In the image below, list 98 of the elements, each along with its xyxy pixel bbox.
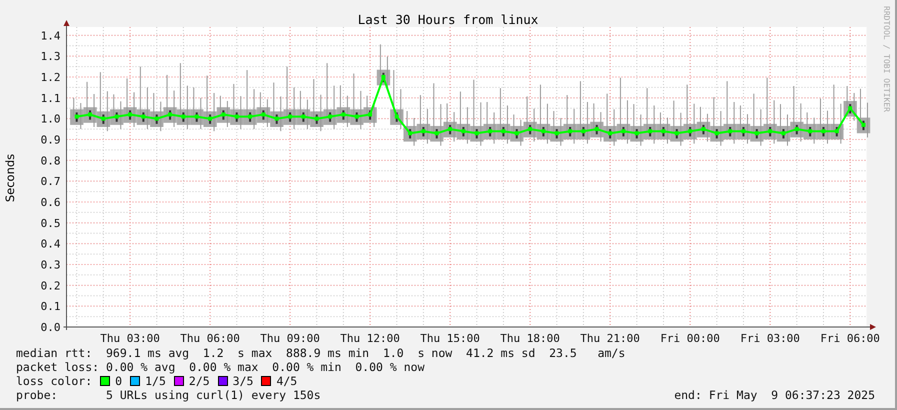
median-marker xyxy=(314,116,319,121)
median-marker xyxy=(368,112,372,116)
median-marker xyxy=(168,112,172,116)
median-marker xyxy=(834,129,839,134)
x-tick-label: Thu 21:00 xyxy=(580,332,640,342)
median-marker xyxy=(554,131,559,136)
median-marker xyxy=(541,129,546,134)
median-marker xyxy=(114,114,119,119)
y-tick-label: 0.0 xyxy=(40,321,60,334)
y-tick-label: 0.9 xyxy=(40,134,60,146)
median-marker xyxy=(128,112,132,116)
median-marker xyxy=(568,129,572,134)
median-marker xyxy=(528,127,532,132)
median-marker xyxy=(501,129,506,134)
x-tick-label: Fri 06:00 xyxy=(820,332,880,342)
median-marker xyxy=(208,116,212,121)
median-marker xyxy=(608,131,612,136)
median-marker xyxy=(248,114,252,119)
median-marker xyxy=(394,114,399,119)
median-marker xyxy=(781,131,786,136)
median-marker xyxy=(848,106,852,110)
median-marker xyxy=(408,131,412,136)
median-marker xyxy=(728,129,732,134)
median-marker xyxy=(714,131,719,136)
median-marker xyxy=(461,129,466,134)
median-marker xyxy=(634,131,639,136)
y-tick-label: 0.7 xyxy=(40,175,60,188)
y-tick-label: 1.4 xyxy=(40,29,60,42)
packet-loss-stats: packet loss: 0.00 % avg 0.00 % max 0.00 % min 0.00 % now xyxy=(16,360,426,374)
median-marker xyxy=(274,116,279,121)
median-marker xyxy=(88,112,92,116)
y-tick-label: 1.3 xyxy=(40,50,60,64)
median-marker xyxy=(808,129,812,134)
loss-color-label: loss color: xyxy=(16,374,92,388)
watermark-text: RRDTOOL / TOBI OETIKER xyxy=(882,6,891,112)
median-marker xyxy=(754,131,759,136)
median-marker xyxy=(794,127,799,132)
median-marker xyxy=(301,114,306,119)
median-marker xyxy=(488,129,492,134)
y-axis-label: Seconds xyxy=(3,154,17,202)
loss-color-text: 1/5 xyxy=(145,374,166,388)
x-tick-label: Fri 00:00 xyxy=(660,332,720,342)
median-marker xyxy=(328,114,332,119)
median-marker xyxy=(341,112,346,116)
median-marker xyxy=(221,112,226,116)
x-tick-label: Fri 03:00 xyxy=(740,332,800,342)
median-rtt-stats: median rtt: 969.1 ms avg 1.2 s max 888.9 ms min 1.0 s now 41.2 ms sd 23.5 am/s xyxy=(16,346,626,360)
median-marker xyxy=(154,116,159,121)
x-tick-label: Thu 18:00 xyxy=(500,332,560,342)
median-marker xyxy=(821,129,826,134)
median-marker xyxy=(194,114,199,119)
median-marker xyxy=(861,122,866,127)
y-tick-label: 1.2 xyxy=(40,71,60,84)
y-tick-label: 0.6 xyxy=(40,196,60,209)
y-tick-label: 1.0 xyxy=(40,112,60,126)
x-tick-label: Thu 12:00 xyxy=(340,332,400,342)
median-marker xyxy=(661,129,666,134)
median-marker xyxy=(674,131,679,136)
median-marker xyxy=(648,129,652,134)
median-marker xyxy=(434,131,439,136)
y-tick-label: 1.1 xyxy=(40,92,60,105)
median-marker xyxy=(768,129,772,134)
median-marker xyxy=(234,114,239,119)
median-marker xyxy=(181,114,186,119)
end-time: end: Fri May 9 06:37:23 2025 xyxy=(674,388,875,402)
x-tick-label: Thu 09:00 xyxy=(260,332,320,342)
median-marker xyxy=(354,114,359,119)
median-marker xyxy=(514,131,519,136)
loss-color-text: 4/5 xyxy=(276,374,298,388)
x-tick-label: Thu 06:00 xyxy=(180,332,240,342)
median-marker xyxy=(101,116,106,121)
median-marker xyxy=(381,75,386,79)
median-marker xyxy=(581,129,586,134)
loss-color-text: 3/5 xyxy=(232,374,254,388)
y-tick-label: 0.8 xyxy=(40,154,60,168)
median-marker xyxy=(261,112,266,116)
loss-color-text: 2/5 xyxy=(188,374,210,388)
median-marker xyxy=(741,129,746,134)
probe-text: probe: 5 URLs using curl(1) every 150s xyxy=(16,388,321,402)
median-marker xyxy=(141,114,146,119)
graph-title: Last 30 Hours from linux xyxy=(358,12,538,27)
y-tick-label: 0.5 xyxy=(40,216,60,230)
y-tick-label: 0.3 xyxy=(40,258,60,272)
loss-color-text: 0 xyxy=(115,374,122,388)
y-tick-label: 0.1 xyxy=(40,300,60,314)
median-marker xyxy=(701,127,706,132)
median-marker xyxy=(421,129,426,134)
median-marker xyxy=(474,131,479,136)
median-marker xyxy=(74,114,79,119)
x-tick-label: Thu 03:00 xyxy=(100,332,160,342)
y-tick-label: 0.4 xyxy=(40,238,60,251)
median-marker xyxy=(448,127,452,132)
median-marker xyxy=(288,114,292,119)
median-marker xyxy=(688,129,692,134)
median-marker xyxy=(594,127,599,132)
y-tick-label: 0.2 xyxy=(40,279,60,292)
median-marker xyxy=(621,129,626,134)
x-tick-label: Thu 15:00 xyxy=(420,332,480,342)
